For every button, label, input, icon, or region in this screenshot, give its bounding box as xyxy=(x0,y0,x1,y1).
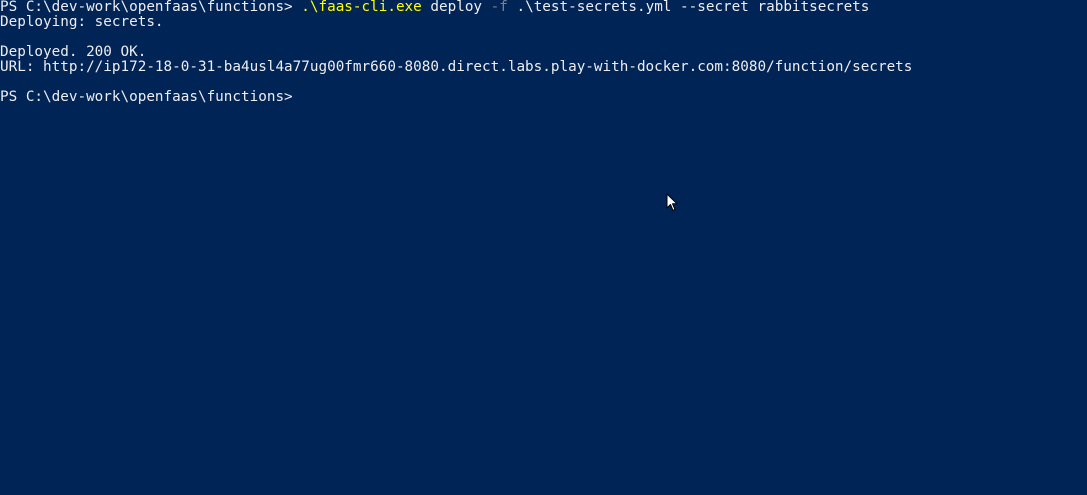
output-deployed: Deployed. 200 OK. xyxy=(0,44,147,60)
command-executable: .\faas-cli.exe xyxy=(301,0,422,15)
output-url: URL: http://ip172-18-0-31-ba4usl4a77ug00… xyxy=(0,59,913,75)
powershell-terminal[interactable]: PS C:\dev-work\openfaas\functions> .\faa… xyxy=(0,0,1087,495)
prompt: PS C:\dev-work\openfaas\functions> xyxy=(0,0,302,15)
command-flag: -f xyxy=(490,0,508,15)
command-line: PS C:\dev-work\openfaas\functions> .\faa… xyxy=(0,0,869,15)
command-argument: deploy xyxy=(421,0,491,15)
current-prompt[interactable]: PS C:\dev-work\openfaas\functions> xyxy=(0,90,293,105)
output-deploying: Deploying: secrets. xyxy=(0,14,164,30)
mouse-pointer-icon xyxy=(666,193,678,211)
command-rest: .\test-secrets.yml --secret rabbitsecret… xyxy=(507,0,870,15)
